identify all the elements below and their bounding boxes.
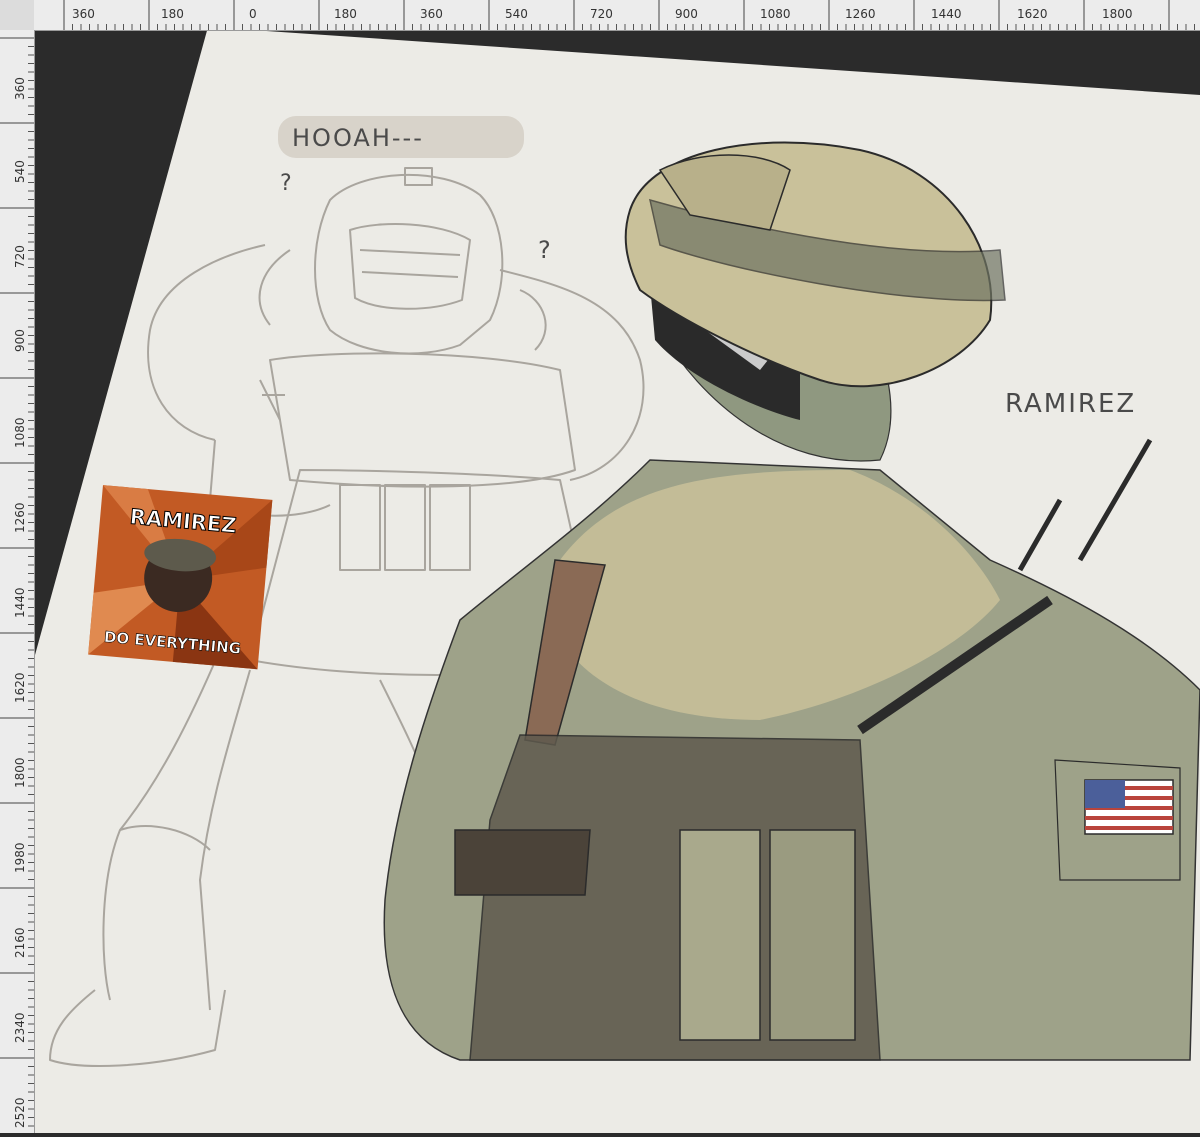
ruler-label: 1080: [13, 417, 27, 448]
ruler-label: 1260: [13, 502, 27, 533]
ruler-label: 1800: [1102, 7, 1133, 21]
ruler-label: 540: [505, 7, 528, 21]
ruler-label: 1980: [13, 842, 27, 873]
ruler-label: 360: [420, 7, 443, 21]
magazine-pouch: [769, 829, 856, 1041]
meme-sticker: RAMIREZ DO EVERYTHING: [88, 485, 273, 670]
sketch-question-mark: ?: [280, 171, 294, 196]
ruler-label: 900: [675, 7, 698, 21]
us-flag-patch: [1084, 779, 1174, 835]
ruler-label: 1620: [13, 672, 27, 703]
sketch-question-mark: ?: [538, 236, 553, 264]
ruler-label: 1080: [760, 7, 791, 21]
ruler-label: 1800: [13, 757, 27, 788]
vertical-ruler-scale: 360 540 720 900 1080 1260 1440 1620 1800…: [0, 37, 34, 1135]
ruler-corner: [0, 0, 35, 31]
horizontal-ruler-scale: 360 180 0 180 360 540 720 900 1080 1260 …: [63, 0, 1195, 30]
character-name-label: RAMIREZ: [1005, 389, 1136, 419]
magazine-pouch: [679, 829, 761, 1041]
drawing-app-window: 360 180 0 180 360 540 720 900 1080 1260 …: [0, 0, 1200, 1135]
ruler-label: 360: [13, 77, 27, 100]
artwork-canvas[interactable]: HOOAH--- ? ? RAMIREZ RAMIREZ DO EVERYTHI…: [35, 31, 1200, 1133]
horizontal-ruler[interactable]: 360 180 0 180 360 540 720 900 1080 1260 …: [34, 0, 1200, 31]
vest-pouch: [454, 829, 591, 896]
ruler-label: 720: [590, 7, 613, 21]
ruler-label: 2340: [13, 1012, 27, 1043]
ruler-label: 1260: [845, 7, 876, 21]
canvas-viewport[interactable]: HOOAH--- ? ? RAMIREZ RAMIREZ DO EVERYTHI…: [35, 31, 1200, 1133]
speech-bubble-text: HOOAH---: [292, 124, 424, 152]
ruler-label: 180: [161, 7, 184, 21]
ruler-label: 720: [13, 245, 27, 268]
ruler-label: 180: [334, 7, 357, 21]
ruler-label: 1440: [13, 587, 27, 618]
ruler-label: 1620: [1017, 7, 1048, 21]
vertical-ruler[interactable]: 360 540 720 900 1080 1260 1440 1620 1800…: [0, 30, 35, 1135]
ruler-label: 2520: [13, 1097, 27, 1128]
ruler-label: 0: [249, 7, 257, 21]
ruler-label: 1440: [931, 7, 962, 21]
ruler-label: 540: [13, 160, 27, 183]
ruler-label: 900: [13, 329, 27, 352]
ruler-label: 360: [72, 7, 95, 21]
ruler-label: 2160: [13, 927, 27, 958]
